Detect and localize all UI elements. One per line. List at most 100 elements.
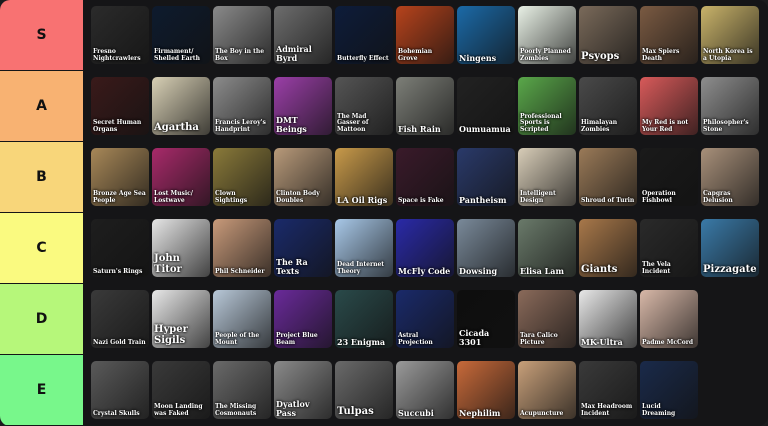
tier-item-people-of-the-mount[interactable]: People of the Mount [213, 290, 271, 348]
tier-item-caption: Phil Schneider [215, 267, 265, 275]
tier-item-moon-landing-was-faked[interactable]: Moon Landing was Faked [152, 361, 210, 419]
tier-item-fresno-nightcrawlers[interactable]: Fresno Nightcrawlers [91, 6, 149, 64]
tier-item-caption: Shroud of Turin [581, 196, 635, 204]
tier-item-nephilim[interactable]: Nephilim [457, 361, 515, 419]
tier-item-shroud-of-turin[interactable]: Shroud of Turin [579, 148, 637, 206]
tier-item-dowsing[interactable]: Dowsing [457, 219, 515, 277]
tier-item-caption: Agartha [154, 121, 199, 133]
tier-item-the-boy-in-the-box[interactable]: The Boy in the Box [213, 6, 271, 64]
tier-item-phil-schneider[interactable]: Phil Schneider [213, 219, 271, 277]
tier-item-north-korea-is-a-utopia[interactable]: North Korea is a Utopia [701, 6, 759, 64]
tier-label-d[interactable]: D [0, 284, 85, 354]
tier-label-c[interactable]: C [0, 213, 85, 283]
tier-item-elisa-lam[interactable]: Elisa Lam [518, 219, 576, 277]
tier-item-firmament-shelled-earth[interactable]: Firmament/ Shelled Earth [152, 6, 210, 64]
tier-item-caption: Clown Sightings [215, 190, 248, 204]
tier-item-caption: Francis Leroy's Handprint [215, 119, 266, 133]
tier-item-caption: Pizzagate [703, 263, 757, 275]
tier-item-ningens[interactable]: Ningens [457, 6, 515, 64]
tier-item-max-spiers-death[interactable]: Max Spiers Death [640, 6, 698, 64]
tier-item-padme-mccord[interactable]: Padme McCord [640, 290, 698, 348]
tier-item-caption: Capgras Delusion [703, 190, 733, 204]
tier-item-caption: Moon Landing was Faked [154, 403, 203, 417]
tier-row-e: E Crystal Skulls Moon Landing was Faked The… [0, 355, 768, 425]
tier-item-acupuncture[interactable]: Acupuncture [518, 361, 576, 419]
tier-item-psyops[interactable]: Psyops [579, 6, 637, 64]
tier-item-caption: Bohemian Grove [398, 48, 433, 62]
tier-item-la-oil-rigs[interactable]: LA Oil Rigs [335, 148, 393, 206]
tier-item-philosopher-s-stone[interactable]: Philosopher's Stone [701, 77, 759, 135]
tier-item-himalayan-zombies[interactable]: Himalayan Zombies [579, 77, 637, 135]
tier-item-the-ra-texts[interactable]: The Ra Texts [274, 219, 332, 277]
tier-item-caption: Bronze Age Sea People [93, 190, 146, 204]
tier-item-caption: Nazi Gold Train [93, 338, 146, 346]
tier-item-nazi-gold-train[interactable]: Nazi Gold Train [91, 290, 149, 348]
tier-item-caption: Crystal Skulls [93, 409, 140, 417]
tier-item-intelligent-design[interactable]: Intelligent Design [518, 148, 576, 206]
tier-item-tara-calico-picture[interactable]: Tara Calico Picture [518, 290, 576, 348]
tier-item-pantheism[interactable]: Pantheism [457, 148, 515, 206]
tier-item-the-missing-cosmonauts[interactable]: The Missing Cosmonauts [213, 361, 271, 419]
tier-item-pizzagate[interactable]: Pizzagate [701, 219, 759, 277]
tier-item-dyatlov-pass[interactable]: Dyatlov Pass [274, 361, 332, 419]
tier-item-lucid-dreaming[interactable]: Lucid Dreaming [640, 361, 698, 419]
tier-item-caption: Fish Rain [398, 123, 441, 134]
tier-row-d: D Nazi Gold Train Hyper Sigils People of th… [0, 284, 768, 354]
tier-item-dead-internet-theory[interactable]: Dead Internet Theory [335, 219, 393, 277]
tier-item-caption: The Mad Gasser of Mattoon [337, 113, 369, 133]
tier-item-crystal-skulls[interactable]: Crystal Skulls [91, 361, 149, 419]
tier-item-bronze-age-sea-people[interactable]: Bronze Age Sea People [91, 148, 149, 206]
tier-item-23-enigma[interactable]: 23 Enigma [335, 290, 393, 348]
tier-item-fish-rain[interactable]: Fish Rain [396, 77, 454, 135]
tier-item-caption: Nephilim [459, 407, 501, 418]
tier-label-e[interactable]: E [0, 355, 85, 425]
tier-item-secret-human-organs[interactable]: Secret Human Organs [91, 77, 149, 135]
tier-item-the-mad-gasser-of-mattoon[interactable]: The Mad Gasser of Mattoon [335, 77, 393, 135]
tier-item-caption: Max Headroom Incident [581, 403, 633, 417]
tier-item-lost-music-lostwave[interactable]: Lost Music/ Lostwave [152, 148, 210, 206]
tier-item-butterfly-effect[interactable]: Butterfly Effect [335, 6, 393, 64]
tier-item-hyper-sigils[interactable]: Hyper Sigils [152, 290, 210, 348]
tier-item-professional-sports-is-scripted[interactable]: Professional Sports is Scripted [518, 77, 576, 135]
tier-item-clown-sightings[interactable]: Clown Sightings [213, 148, 271, 206]
tier-item-space-is-fake[interactable]: Space is Fake [396, 148, 454, 206]
tier-item-capgras-delusion[interactable]: Capgras Delusion [701, 148, 759, 206]
tier-item-caption: 23 Enigma [337, 336, 386, 347]
tier-item-caption: Elisa Lam [520, 265, 564, 276]
tier-item-caption: Astral Projection [398, 332, 433, 346]
tier-item-mcfly-code[interactable]: McFly Code [396, 219, 454, 277]
tier-item-bohemian-grove[interactable]: Bohemian Grove [396, 6, 454, 64]
tier-item-giants[interactable]: Giants [579, 219, 637, 277]
tier-item-my-red-is-not-your-red[interactable]: My Red is not Your Red [640, 77, 698, 135]
tier-item-mk-ultra[interactable]: MK-Ultra [579, 290, 637, 348]
tier-item-poorly-planned-zombies[interactable]: Poorly Planned Zombies [518, 6, 576, 64]
tier-item-caption: MK-Ultra [581, 336, 623, 347]
tier-item-francis-leroy-s-handprint[interactable]: Francis Leroy's Handprint [213, 77, 271, 135]
tier-item-dmt-beings[interactable]: DMT Beings [274, 77, 332, 135]
tier-item-caption: McFly Code [398, 265, 451, 276]
tier-item-caption: The Missing Cosmonauts [215, 403, 257, 417]
tier-item-caption: Dowsing [459, 265, 498, 276]
tier-label-s[interactable]: S [0, 0, 85, 70]
tier-item-caption: Tara Calico Picture [520, 332, 558, 346]
tier-item-john-titor[interactable]: John Titor [152, 219, 210, 277]
tier-label-b[interactable]: B [0, 142, 85, 212]
tier-item-agartha[interactable]: Agartha [152, 77, 210, 135]
tier-item-saturn-s-rings[interactable]: Saturn's Rings [91, 219, 149, 277]
tier-item-caption: North Korea is a Utopia [703, 48, 753, 62]
tier-item-caption: Dead Internet Theory [337, 261, 385, 275]
tier-item-tulpas[interactable]: Tulpas [335, 361, 393, 419]
tier-item-astral-projection[interactable]: Astral Projection [396, 290, 454, 348]
tier-item-operation-fishbowl[interactable]: Operation Fishbowl [640, 148, 698, 206]
tier-item-the-vela-incident[interactable]: The Vela Incident [640, 219, 698, 277]
tier-item-succubi[interactable]: Succubi [396, 361, 454, 419]
tier-item-oumuamua[interactable]: Oumuamua [457, 77, 515, 135]
tier-item-caption: Firmament/ Shelled Earth [154, 48, 200, 62]
tier-item-caption: Intelligent Design [520, 190, 556, 204]
tier-item-admiral-byrd[interactable]: Admiral Byrd [274, 6, 332, 64]
tier-label-a[interactable]: A [0, 71, 85, 141]
tier-item-clinton-body-doubles[interactable]: Clinton Body Doubles [274, 148, 332, 206]
tier-item-project-blue-beam[interactable]: Project Blue Beam [274, 290, 332, 348]
tier-item-max-headroom-incident[interactable]: Max Headroom Incident [579, 361, 637, 419]
tier-item-cicada-3301[interactable]: Cicada 3301 [457, 290, 515, 348]
